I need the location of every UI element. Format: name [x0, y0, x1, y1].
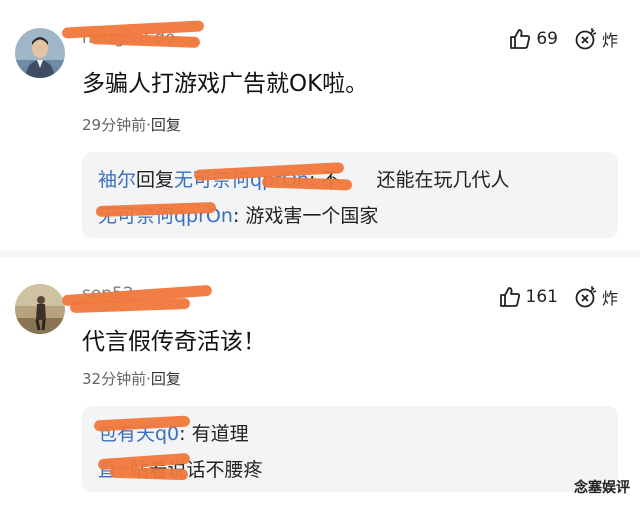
boom-button[interactable]: 炸	[574, 27, 618, 51]
like-count: 161	[525, 287, 558, 307]
comment-actions: 69 炸	[508, 26, 618, 52]
comment-item: son52 161 炸 代言假传奇活该！ 32分钟前·回复 包有天q0: 有道理…	[0, 258, 640, 507]
comment-actions: 161 炸	[498, 284, 618, 310]
boom-label: 炸	[601, 289, 618, 308]
boom-button[interactable]: 炸	[574, 285, 618, 309]
thumbs-up-icon	[510, 29, 531, 49]
watermark: 念塞娱评	[574, 480, 630, 496]
reply-text: 游戏害一个国家	[245, 205, 379, 227]
reply-button[interactable]: 回复	[151, 370, 181, 388]
reply-colon: :	[232, 205, 246, 227]
like-button[interactable]: 69	[508, 27, 558, 51]
man-portrait-avatar-icon	[15, 28, 65, 78]
person-outdoor-avatar-icon	[15, 284, 65, 334]
like-count: 69	[536, 29, 558, 49]
comment-text: 多骗人打游戏广告就OK啦。	[82, 71, 369, 97]
bomb-icon	[575, 28, 597, 50]
comment-item: hengsal.do 69 炸 多骗人打游戏广告就OK啦。 29分钟前·回复 袖…	[0, 0, 640, 250]
avatar[interactable]	[15, 284, 65, 334]
like-button[interactable]: 161	[498, 285, 558, 309]
timestamp: 32分钟前	[82, 370, 147, 388]
reply-verb: 回复	[136, 169, 175, 191]
reply-button[interactable]: 回复	[151, 116, 181, 134]
comment-meta: 32分钟前·回复	[82, 368, 181, 389]
comment-text: 代言假传奇活该！	[82, 329, 266, 355]
reply-box[interactable]: 包有天q0: 有道理 直: 站着说话不腰疼	[82, 406, 618, 492]
bomb-icon	[575, 286, 597, 308]
comment-divider	[0, 251, 640, 257]
reply-box[interactable]: 袖尔回复无可奈何qprOn: 不还能在玩几代人 无可奈何qprOn: 游戏害一个…	[82, 152, 618, 238]
timestamp: 29分钟前	[82, 116, 147, 134]
avatar[interactable]	[15, 28, 65, 78]
reply-author[interactable]: 袖尔	[98, 169, 136, 191]
comment-meta: 29分钟前·回复	[82, 114, 181, 135]
reply-text: 有道理	[191, 423, 249, 445]
thumbs-up-icon	[499, 287, 520, 307]
boom-label: 炸	[601, 31, 618, 50]
reply-text-continued: 还能在玩几代人	[376, 169, 510, 191]
